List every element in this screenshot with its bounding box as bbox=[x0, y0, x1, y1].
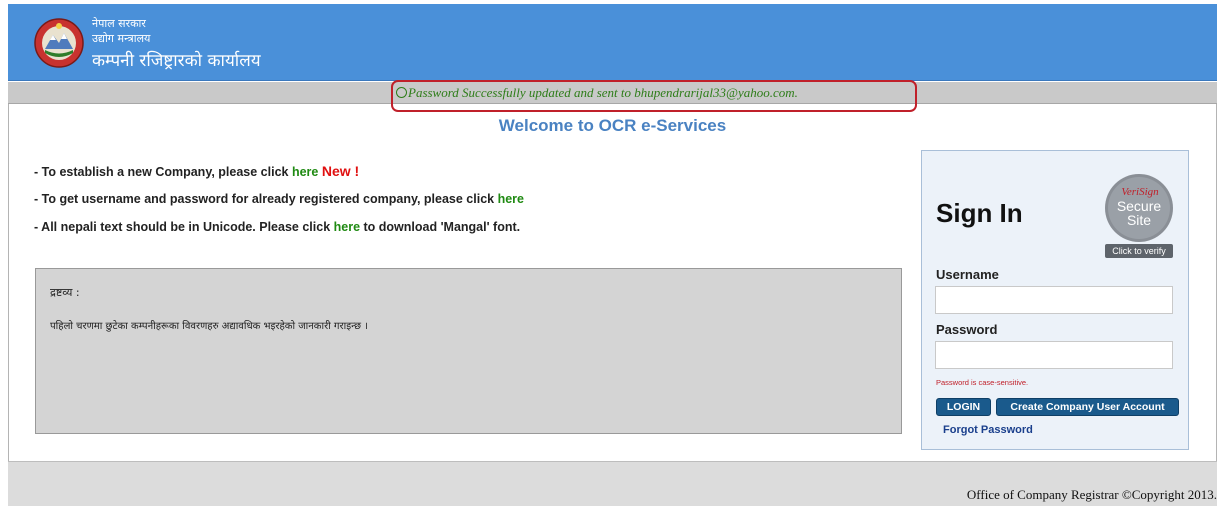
registered-company-link[interactable]: here bbox=[498, 192, 524, 206]
username-input[interactable] bbox=[935, 286, 1173, 314]
create-account-button[interactable]: Create Company User Account bbox=[996, 398, 1179, 416]
new-badge: New ! bbox=[321, 163, 360, 179]
info-line-text-after: to download 'Mangal' font. bbox=[360, 220, 521, 234]
notice-title: द्रष्टव्य : bbox=[50, 286, 80, 299]
password-label: Password bbox=[936, 322, 998, 337]
welcome-heading: Welcome to OCR e-Services bbox=[498, 116, 727, 135]
info-line-unicode-font: - All nepali text should be in Unicode. … bbox=[34, 220, 520, 234]
info-line-text: - All nepali text should be in Unicode. … bbox=[34, 220, 334, 234]
notice-body: पहिलो चरणमा छुटेका कम्पनीहरूका विवरणहरु … bbox=[50, 321, 368, 332]
sign-in-panel: Sign In VeriSign Secure Site Click to ve… bbox=[921, 150, 1189, 450]
header-line-ministry: उद्योग मन्त्रालय bbox=[92, 32, 151, 45]
content-border-right bbox=[1216, 104, 1217, 461]
content-border-left bbox=[8, 104, 9, 461]
download-font-link[interactable]: here bbox=[334, 220, 360, 234]
site-footer: Office of Company Registrar ©Copyright 2… bbox=[8, 461, 1217, 506]
forgot-password-link[interactable]: Forgot Password bbox=[943, 424, 1033, 436]
copyright-text: Office of Company Registrar ©Copyright 2… bbox=[966, 487, 1217, 502]
new-company-link[interactable]: here bbox=[292, 165, 318, 179]
info-line-text: - To establish a new Company, please cli… bbox=[34, 165, 292, 179]
verisign-badge-line1: VeriSign bbox=[1121, 186, 1159, 198]
highlight-box bbox=[391, 80, 917, 112]
login-button[interactable]: LOGIN bbox=[936, 398, 991, 416]
page: नेपाल सरकार उद्योग मन्त्रालय कम्पनी रजिष… bbox=[0, 0, 1225, 506]
nepal-emblem-icon bbox=[34, 18, 84, 68]
header-line-office: कम्पनी रजिष्ट्रारको कार्यालय bbox=[92, 51, 261, 71]
sign-in-title: Sign In bbox=[936, 198, 1023, 228]
info-line-registered-company: - To get username and password for alrea… bbox=[34, 192, 524, 206]
info-line-new-company: - To establish a new Company, please cli… bbox=[34, 163, 359, 179]
verisign-badge-line3: Site bbox=[1127, 212, 1151, 228]
username-label: Username bbox=[936, 267, 999, 282]
verisign-secure-badge-icon[interactable]: VeriSign Secure Site Click to verify bbox=[1103, 172, 1175, 259]
site-header: नेपाल सरकार उद्योग मन्त्रालय कम्पनी रजिष… bbox=[8, 4, 1217, 81]
verisign-badge-caption: Click to verify bbox=[1112, 246, 1166, 256]
password-input[interactable] bbox=[935, 341, 1173, 369]
notice-panel: द्रष्टव्य : पहिलो चरणमा छुटेका कम्पनीहरू… bbox=[35, 268, 902, 434]
password-case-note: Password is case-sensitive. bbox=[936, 378, 1029, 387]
info-line-text: - To get username and password for alrea… bbox=[34, 192, 498, 206]
header-line-government: नेपाल सरकार bbox=[92, 17, 146, 30]
